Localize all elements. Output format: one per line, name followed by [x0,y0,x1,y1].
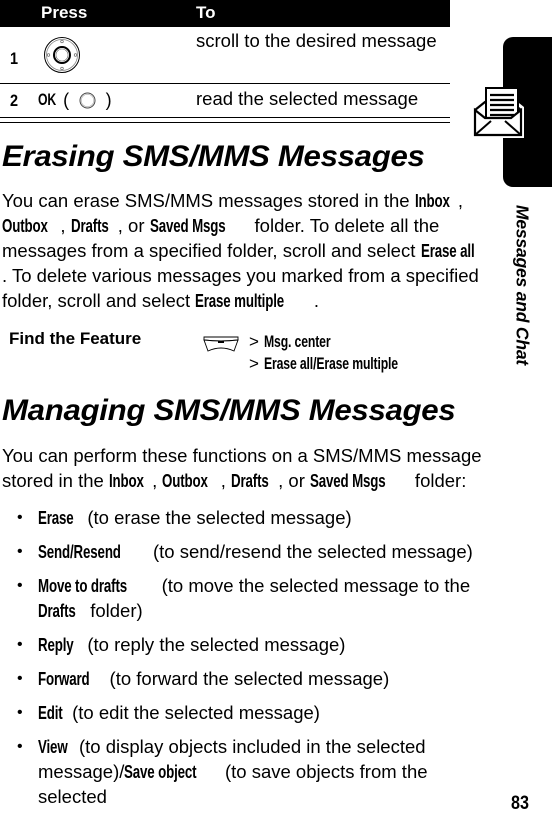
ok-key: OK ( ) [38,90,112,111]
list-item-text: Erase (to erase the selected message) [38,507,352,528]
menu-term: Drafts [38,600,76,621]
list-item: • Reply (to reply the selected message) [0,632,488,657]
text-run: , [152,470,163,491]
open-paren: ( [63,90,70,111]
menu-term: Inbox [108,470,144,491]
menu-key-icon [203,336,239,352]
feature-path-step: > Erase all/Erase multiple [249,353,445,375]
step-description: scroll to the desired message [196,30,437,51]
list-item: • View (to display objects included in th… [0,734,488,809]
menu-term: Saved Msgs [149,215,226,236]
chapter-label: Messages and Chat [512,205,533,365]
menu-term: Erase [38,507,74,528]
bullet: • [17,704,23,721]
table-row: 1 scroll to the desired message [0,27,450,84]
list-item-text: View (to display objects included in the… [38,736,428,807]
center-select-key-icon [79,92,96,109]
menu-term: Drafts [70,215,109,236]
text-run: (to forward the selected message) [104,668,390,689]
header-to: To [196,3,216,22]
table-header: Press To [0,0,450,27]
list-item-text: Reply (to reply the selected message) [38,634,345,655]
close-paren: ) [105,90,112,111]
text-run: (to reply the selected message) [82,634,346,655]
menu-term: View [38,736,68,757]
text-run: , [60,215,71,236]
managing-paragraph: You can perform these functions on a SMS… [2,443,492,493]
envelope-message-icon [472,87,524,138]
menu-term: Reply [38,634,74,655]
menu-term: Forward [38,668,90,689]
bullet: • [17,509,23,526]
page-number: 83 [511,793,529,814]
text-run: folder) [85,600,143,621]
list-item-text: Edit (to edit the selected message) [38,702,320,723]
bullet: • [17,670,23,687]
menu-term: Save object [124,761,197,782]
ok-key-label: OK [38,90,57,109]
list-item-text: Move to drafts (to move the selected mes… [38,575,470,621]
find-feature-label: Find the Feature [9,329,142,348]
text-run: (to send/resend the selected message) [147,541,473,562]
table-bottom-rule [0,122,450,123]
menu-term: Erase all [420,240,475,261]
bullet: • [17,577,23,594]
menu-term: Edit [38,702,63,723]
list-item: • Edit (to edit the selected message) [0,700,488,725]
path-separator: > [249,332,259,351]
step-description: read the selected message [196,88,419,109]
header-press: Press [41,3,88,22]
table-row: 2 OK ( ) read the selected message [0,84,450,118]
step-number: 1 [10,49,19,68]
text-run: , [220,470,232,491]
section-title-managing: Managing SMS/MMS Messages [2,394,456,427]
list-item: • Move to drafts (to move the selected me… [0,573,488,623]
text-run: , or [278,470,311,491]
bullet: • [17,543,23,560]
path-item: Msg. center [263,332,331,351]
erasing-paragraph: You can erase SMS/MMS messages stored in… [2,188,492,313]
menu-term: Drafts [231,470,269,491]
path-item: Erase all/Erase multiple [263,354,398,373]
text-run: . [313,290,319,311]
function-list: • Erase (to erase the selected message) •… [0,505,500,818]
section-title-erasing: Erasing SMS/MMS Messages [2,140,425,173]
feature-path-step: > Msg. center [249,331,445,353]
menu-term: Erase multiple [195,290,285,311]
menu-term: Inbox [414,190,450,211]
menu-term: Move to drafts [38,575,128,596]
menu-term: Send/Resend [38,541,121,562]
text-run: (to move the selected message to the [156,575,471,596]
menu-term: Outbox [162,470,209,491]
list-item-text: Send/Resend (to send/resend the selected… [38,541,473,562]
bullet: • [17,636,23,653]
menu-term: Saved Msgs [310,470,386,491]
text-run: , or [117,215,150,236]
step-number: 2 [10,91,19,110]
menu-term: Outbox [2,215,48,236]
list-item: • Erase (to erase the selected message) [0,505,488,530]
text-run: , [457,190,463,211]
text-run: (to erase the selected message) [82,507,352,528]
list-item: • Send/Resend (to send/resend the selecte… [0,539,488,564]
text-run: (to edit the selected message) [66,702,320,723]
text-run: You can erase SMS/MMS messages stored in… [2,190,415,211]
list-item-text: Forward (to forward the selected message… [38,668,389,689]
bullet: • [17,738,23,755]
text-run: folder: [409,470,467,491]
path-separator: > [249,354,259,373]
feature-path: > Msg. center > Erase all/Erase multiple [249,331,445,375]
nav-key-icon [44,37,80,73]
list-item: • Forward (to forward the selected messag… [0,666,488,691]
